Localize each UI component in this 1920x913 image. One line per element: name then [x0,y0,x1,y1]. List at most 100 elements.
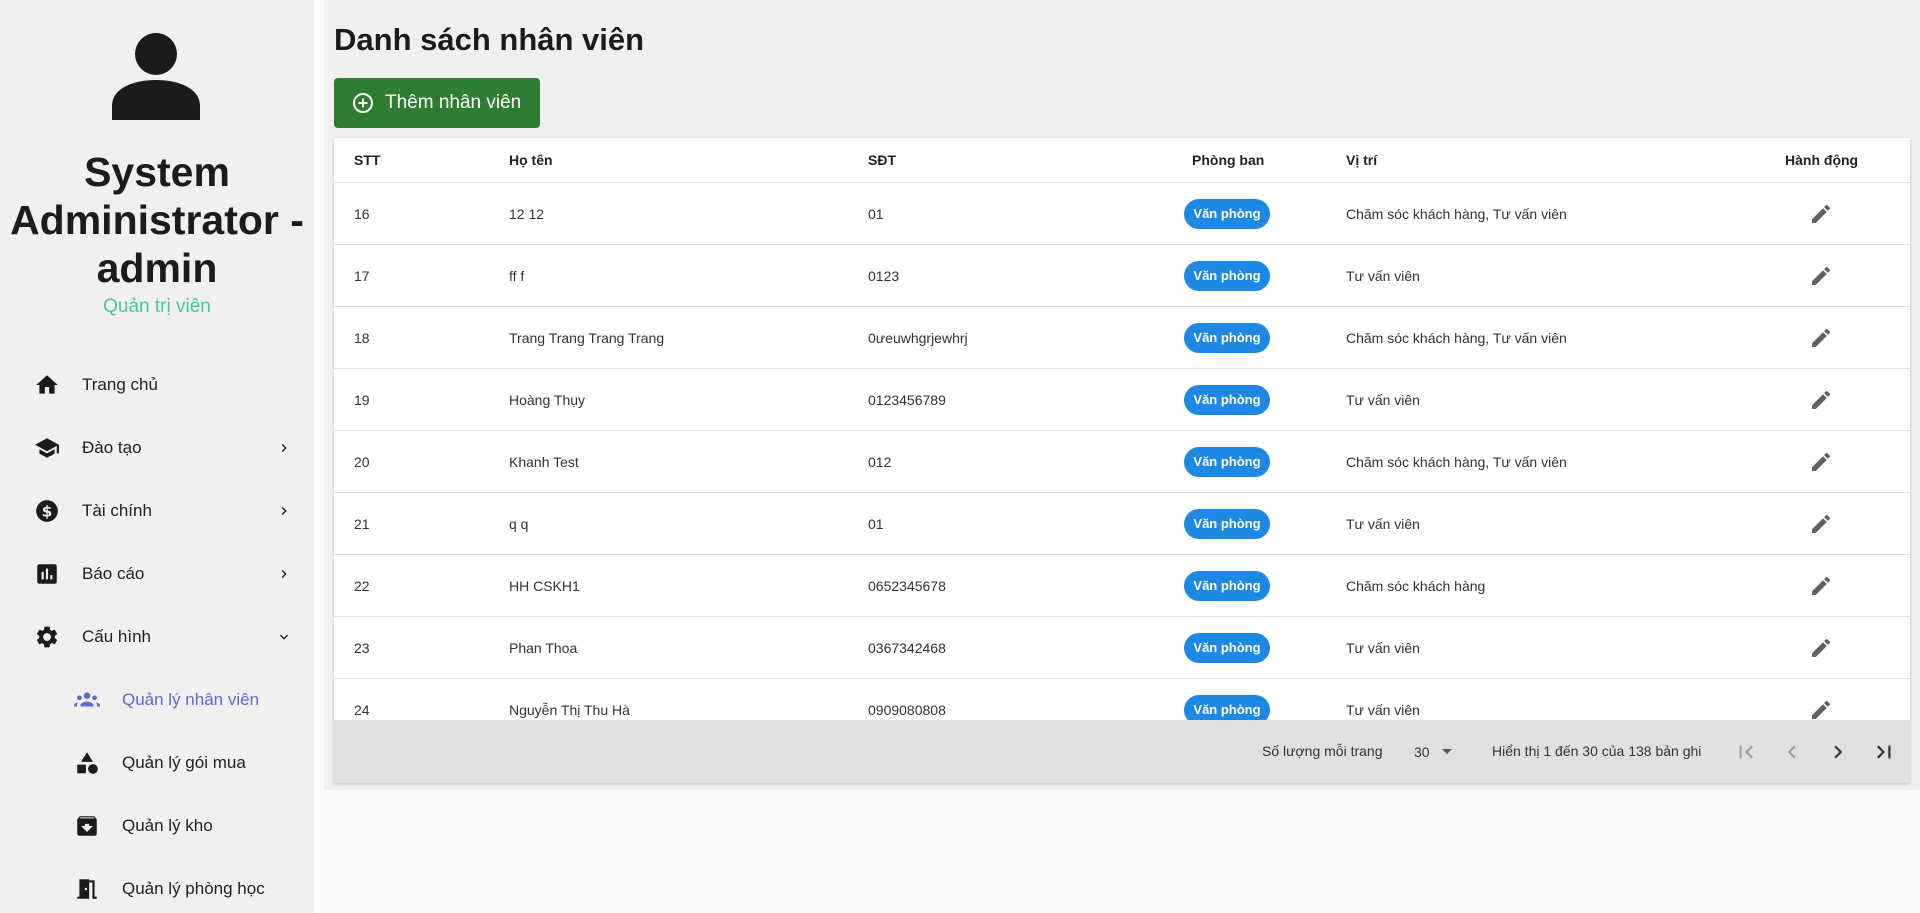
chevron-right-icon [281,570,287,578]
last-page-icon[interactable] [1871,739,1897,765]
add-staff-label: Thêm nhân viên [385,92,522,113]
first-page-icon[interactable] [1733,739,1759,765]
nav-item-report[interactable]: Báo cáo [0,550,314,598]
cell-stt: 23 [354,640,370,656]
chevron-down-icon [280,634,288,640]
add-circle-icon [353,93,373,113]
edit-icon[interactable] [1809,264,1833,288]
table-row[interactable]: 17 ff f 0123 Văn phòng Tư vấn viên [334,245,1910,307]
previous-page-icon[interactable] [1779,739,1805,765]
cell-position: Tư vấn viên [1346,392,1420,408]
sub-item-classroom-management[interactable]: Quản lý phòng học [0,865,314,913]
header-stt[interactable]: STT [354,138,380,183]
table-row[interactable]: 19 Hoàng Thụy 0123456789 Văn phòng Tư vấn vi… [334,369,1910,431]
rows-per-page-select[interactable]: 30 [1406,739,1456,765]
sidebar: System Administrator - admin Quản trị vi… [0,0,314,913]
chevron-right-icon [281,507,287,515]
sub-item-label: Quản lý gói mua [122,753,246,772]
cell-position: Tư vấn viên [1346,268,1420,284]
cell-stt: 19 [354,392,370,408]
door-icon [77,879,97,899]
svg-text:$: $ [42,502,53,520]
cell-stt: 16 [354,206,370,222]
table-row[interactable]: 18 Trang Trang Trang Trang 0ưeuwhgrjewhrj V… [334,307,1910,369]
table-row[interactable]: 20 Khanh Test 012 Văn phòng Chăm sóc khách h… [334,431,1910,493]
cell-position: Chăm sóc khách hàng, Tư vấn viên [1346,206,1567,222]
header-name[interactable]: Họ tên [509,138,553,183]
cell-name: Hoàng Thụy [509,392,586,408]
cell-name: q q [509,516,529,532]
next-page-icon[interactable] [1825,739,1851,765]
shapes-icon [77,752,98,774]
cell-phone: 0ưeuwhgrjewhrj [868,330,968,346]
department-badge: Văn phòng [1184,385,1270,415]
cell-phone: 0652345678 [868,578,946,594]
department-badge: Văn phòng [1184,323,1270,353]
report-icon [37,564,57,584]
cell-phone: 01 [868,516,884,532]
department-badge: Văn phòng [1184,261,1270,291]
nav-item-settings[interactable]: Cấu hình [0,613,314,661]
add-staff-button[interactable]: Thêm nhân viên [334,78,540,128]
cell-position: Tư vấn viên [1346,516,1420,532]
nav-item-finance[interactable]: $ Tài chính [0,487,314,535]
edit-icon[interactable] [1809,636,1833,660]
edit-icon[interactable] [1809,202,1833,226]
sub-item-label: Quản lý phòng học [122,879,265,898]
table-row[interactable]: 24 Nguyễn Thị Thu Hà 0909080808 Văn phòng Tư… [334,679,1910,720]
chevron-right-icon [281,444,287,452]
table-row[interactable]: 23 Phan Thoa 0367342468 Văn phòng Tư vấn viê… [334,617,1910,679]
cell-phone: 0123456789 [868,392,946,408]
edit-icon[interactable] [1809,388,1833,412]
nav-item-training[interactable]: Đào tạo [0,424,314,472]
edit-icon[interactable] [1809,574,1833,598]
page-title: Danh sách nhân viên [334,22,645,57]
dropdown-arrow-icon [1442,749,1452,754]
department-badge: Văn phòng [1184,695,1270,720]
cell-name: 12 12 [509,206,545,222]
cell-name: Trang Trang Trang Trang [509,330,665,346]
table-row[interactable]: 22 HH CSKH1 0652345678 Văn phòng Chăm sóc kh… [334,555,1910,617]
department-badge: Văn phòng [1184,633,1270,663]
cell-name: Nguyễn Thị Thu Hà [509,702,630,718]
user-avatar-icon [112,33,200,120]
table-header: STT Họ tên SĐT Phòng ban Vị trí Hành độn… [334,138,1910,183]
edit-icon[interactable] [1809,326,1833,350]
money-icon: $ [36,500,58,522]
table-pagination: Số lượng mỗi trang 30 Hiển thị 1 đến 30 … [334,720,1910,783]
user-name: System Administrator - admin [10,149,304,291]
cell-phone: 0123 [868,268,900,284]
sub-item-warehouse-management[interactable]: Quản lý kho [0,802,314,850]
header-phone[interactable]: SĐT [868,138,896,183]
cell-position: Chăm sóc khách hàng, Tư vấn viên [1346,454,1567,470]
department-badge: Văn phòng [1184,447,1270,477]
nav-item-label: Báo cáo [82,564,145,583]
nav-item-label: Cấu hình [82,627,151,646]
table-row[interactable]: 21 q q 01 Văn phòng Tư vấn viên [334,493,1910,555]
cell-phone: 0367342468 [868,640,946,656]
cell-stt: 20 [354,454,370,470]
archive-icon [77,816,97,836]
gear-icon [36,626,58,648]
sub-item-staff-management[interactable]: Quản lý nhân viên [0,676,314,724]
edit-icon[interactable] [1809,512,1833,536]
edit-icon[interactable] [1809,450,1833,474]
department-badge: Văn phòng [1184,509,1270,539]
cell-stt: 22 [354,578,370,594]
user-role: Quản trị viên [103,296,211,317]
header-department[interactable]: Phòng ban [1192,138,1264,183]
cell-name: HH CSKH1 [509,578,580,594]
edit-icon[interactable] [1809,698,1833,720]
nav-item-home[interactable]: Trang chủ [0,361,314,409]
sub-item-package-management[interactable]: Quản lý gói mua [0,739,314,787]
cell-phone: 012 [868,454,892,470]
department-badge: Văn phòng [1184,199,1270,229]
header-position[interactable]: Vị trí [1346,138,1377,183]
cell-stt: 21 [354,516,370,532]
cell-phone: 01 [868,206,884,222]
department-badge: Văn phòng [1184,571,1270,601]
nav-item-label: Tài chính [82,501,152,520]
rows-per-page-value: 30 [1414,744,1430,760]
sub-item-label: Quản lý kho [122,816,213,835]
table-row[interactable]: 16 12 12 01 Văn phòng Chăm sóc khách hàng, T… [334,183,1910,245]
